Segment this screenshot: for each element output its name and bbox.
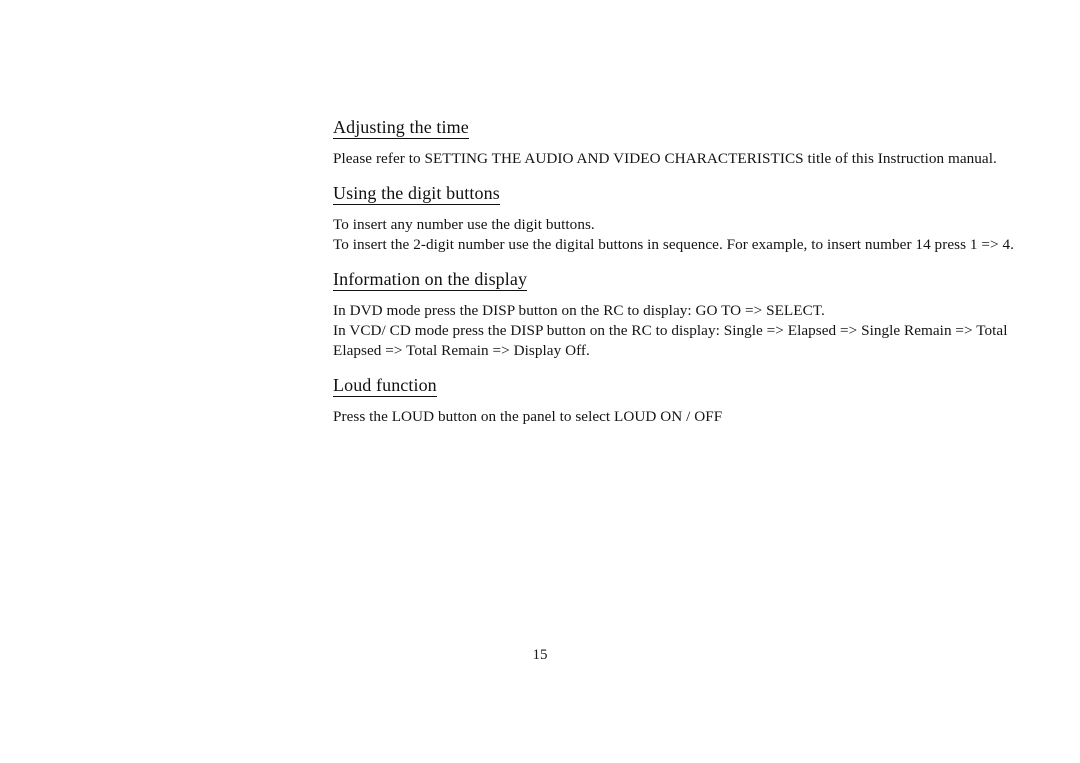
document-page: Adjusting the time Please refer to SETTI… [0,0,1080,763]
page-content: Adjusting the time Please refer to SETTI… [333,116,1033,427]
page-number: 15 [532,647,548,663]
paragraph: Press the LOUD button on the panel to se… [333,408,723,425]
section-heading-using-the-digit-buttons: Using the digit buttons [333,182,1033,205]
heading-text: Using the digit buttons [333,183,500,205]
section-heading-adjusting-the-time: Adjusting the time [333,116,1033,139]
heading-text: Information on the display [333,269,528,291]
paragraph: To insert the 2-digit number use the dig… [333,236,1014,253]
section-loud-function: Loud function Press the LOUD button on t… [333,374,1033,427]
heading-text: Loud function [333,375,437,397]
section-heading-information-on-the-display: Information on the display [333,268,1033,291]
paragraph: Please refer to SETTING THE AUDIO AND VI… [333,150,997,167]
paragraph: In VCD/ CD mode press the DISP button on… [333,322,1008,359]
section-using-the-digit-buttons: Using the digit buttons To insert any nu… [333,182,1033,255]
section-heading-loud-function: Loud function [333,374,1033,397]
section-adjusting-the-time: Adjusting the time Please refer to SETTI… [333,116,1033,169]
paragraph: To insert any number use the digit butto… [333,216,595,233]
heading-text: Adjusting the time [333,117,469,139]
section-information-on-the-display: Information on the display In DVD mode p… [333,268,1033,361]
paragraph: In DVD mode press the DISP button on the… [333,302,825,319]
